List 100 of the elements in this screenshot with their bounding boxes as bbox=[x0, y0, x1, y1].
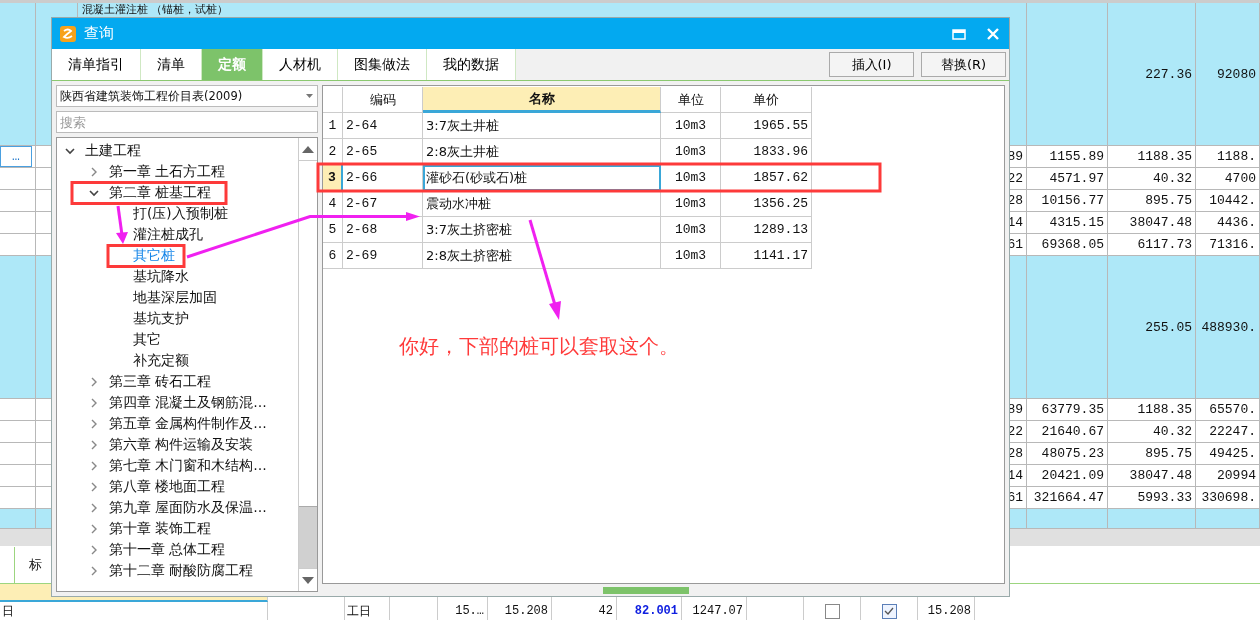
table-cell: 1833.96 bbox=[721, 139, 812, 165]
tree-item[interactable]: 打(压)入预制桩 bbox=[133, 204, 228, 223]
table-cell: 1141.17 bbox=[721, 243, 812, 269]
tree-item[interactable]: 第十二章 耐酸防腐工程 bbox=[109, 561, 254, 580]
tree-item[interactable]: 其它 bbox=[133, 330, 161, 349]
row-number[interactable]: 4 bbox=[323, 191, 343, 217]
chevron-right-icon[interactable] bbox=[89, 397, 99, 408]
table-cell: 4436. bbox=[1217, 215, 1256, 230]
vertical-scrollbar[interactable] bbox=[298, 138, 317, 591]
chevron-down-icon[interactable] bbox=[65, 145, 75, 156]
table-cell: 10m3 bbox=[661, 165, 721, 191]
app-logo-icon bbox=[60, 25, 76, 42]
table-cell: 42 bbox=[598, 604, 613, 618]
tree-item[interactable]: 第九章 屋面防水及保温… bbox=[109, 498, 267, 517]
table-cell: 10m3 bbox=[661, 113, 721, 139]
chevron-right-icon[interactable] bbox=[89, 502, 99, 513]
tree-item[interactable]: 基坑支护 bbox=[133, 309, 189, 328]
chevron-right-icon[interactable] bbox=[89, 376, 99, 387]
caret-icon[interactable] bbox=[306, 94, 313, 98]
library-dropdown[interactable]: 陕西省建筑装饰工程价目表(2009) bbox=[56, 85, 318, 107]
tree-item[interactable]: 第六章 构件运输及安装 bbox=[109, 435, 254, 454]
table-cell: 1188.35 bbox=[1137, 149, 1192, 164]
table-cell: 330698. bbox=[1201, 490, 1256, 505]
tree-item[interactable]: 第一章 土石方工程 bbox=[109, 162, 226, 181]
tree-item[interactable]: 其它桩 bbox=[133, 246, 175, 265]
table-cell: 895.75 bbox=[1145, 193, 1192, 208]
search-field[interactable]: 搜索 bbox=[56, 111, 318, 133]
chevron-right-icon[interactable] bbox=[89, 439, 99, 450]
tree-item[interactable]: 第十一章 总体工程 bbox=[109, 540, 226, 559]
chevron-right-icon[interactable] bbox=[89, 418, 99, 429]
checkbox[interactable] bbox=[881, 603, 897, 619]
table-cell: 1188. bbox=[1217, 149, 1256, 164]
tree-item[interactable]: 第八章 楼地面工程 bbox=[109, 477, 226, 496]
tree-item[interactable]: 第十章 装饰工程 bbox=[109, 519, 212, 538]
tree-item[interactable]: 第三章 砖石工程 bbox=[109, 372, 212, 391]
tree-item[interactable]: 补充定额 bbox=[133, 351, 189, 370]
table-cell: 4315.15 bbox=[1049, 215, 1104, 230]
table-cell: 灌砂石(砂或石)桩 bbox=[423, 165, 661, 191]
row-number[interactable]: 3 bbox=[323, 165, 343, 191]
header-corner bbox=[323, 87, 343, 113]
table-cell: 488930. bbox=[1201, 319, 1256, 335]
table-cell: 1289.13 bbox=[721, 217, 812, 243]
tab[interactable]: 人材机 bbox=[263, 49, 338, 80]
table-cell: 38047.48 bbox=[1129, 215, 1192, 230]
checkbox[interactable] bbox=[824, 603, 840, 619]
table-cell: 71316. bbox=[1209, 237, 1256, 252]
chevron-right-icon[interactable] bbox=[89, 481, 99, 492]
splitter-handle[interactable] bbox=[603, 587, 689, 594]
table-cell: 22247. bbox=[1209, 424, 1256, 439]
tab[interactable]: 图集做法 bbox=[338, 49, 427, 80]
tree-item[interactable]: 土建工程 bbox=[85, 141, 141, 160]
row-number[interactable]: 1 bbox=[323, 113, 343, 139]
chevron-right-icon[interactable] bbox=[89, 460, 99, 471]
table-cell: 15.208 bbox=[504, 604, 548, 618]
table-cell: 2:8灰土挤密桩 bbox=[423, 243, 661, 269]
table-cell: 5993.33 bbox=[1137, 490, 1192, 505]
more-button[interactable]: … bbox=[0, 146, 32, 167]
chevron-right-icon[interactable] bbox=[89, 166, 99, 177]
tree-item[interactable]: 第七章 木门窗和木结构… bbox=[109, 456, 267, 475]
tree-item[interactable]: 灌注桩成孔 bbox=[133, 225, 203, 244]
table-cell: 1965.55 bbox=[721, 113, 812, 139]
table-cell: 4700 bbox=[1224, 171, 1256, 186]
tree-item[interactable]: 地基深层加固 bbox=[133, 288, 217, 307]
close-icon[interactable] bbox=[985, 25, 1001, 42]
column-header: 单价 bbox=[721, 87, 812, 113]
tree-item[interactable]: 第二章 桩基工程 bbox=[109, 183, 212, 202]
chevron-right-icon[interactable] bbox=[89, 544, 99, 555]
table-cell: 69368.05 bbox=[1041, 237, 1104, 252]
chevron-right-icon[interactable] bbox=[89, 523, 99, 534]
tree-item[interactable]: 第五章 金属构件制作及… bbox=[109, 414, 267, 433]
table-cell: 40.32 bbox=[1153, 171, 1192, 186]
scroll-down-icon[interactable] bbox=[302, 576, 314, 584]
table-cell: 2-69 bbox=[343, 243, 423, 269]
row-number[interactable]: 6 bbox=[323, 243, 343, 269]
action-button[interactable]: 插入(I) bbox=[829, 52, 914, 77]
chevron-right-icon[interactable] bbox=[89, 565, 99, 576]
table-cell: 3:7灰土挤密桩 bbox=[423, 217, 661, 243]
table-cell: 2-66 bbox=[343, 165, 423, 191]
tree-item[interactable]: 第四章 混凝土及钢筋混… bbox=[109, 393, 267, 412]
chevron-down-icon[interactable] bbox=[89, 187, 99, 198]
arrow bbox=[116, 205, 128, 244]
row-number[interactable]: 2 bbox=[323, 139, 343, 165]
tab[interactable]: 清单指引 bbox=[52, 49, 141, 80]
tab[interactable]: 清单 bbox=[141, 49, 202, 80]
row-number[interactable]: 5 bbox=[323, 217, 343, 243]
table-cell: 63779.35 bbox=[1041, 402, 1104, 417]
table-cell: 227.36 bbox=[1145, 66, 1192, 82]
tab[interactable]: 我的数据 bbox=[427, 49, 516, 80]
table-cell: 10m3 bbox=[661, 139, 721, 165]
action-button[interactable]: 替换(R) bbox=[921, 52, 1006, 77]
tree-item[interactable]: 基坑降水 bbox=[133, 267, 189, 286]
table-cell: 工日 bbox=[347, 602, 371, 620]
table-cell: 15.208 bbox=[927, 604, 971, 618]
table-cell: 1857.62 bbox=[721, 165, 812, 191]
annotation-text: 你好，下部的桩可以套取这个。 bbox=[399, 333, 679, 360]
table-cell: 震动水冲桩 bbox=[423, 191, 661, 217]
table-cell: 1155.89 bbox=[1049, 149, 1104, 164]
table-cell: 38047.48 bbox=[1129, 468, 1192, 483]
group-title: 混凝土灌注桩 （锚桩，试桩） bbox=[82, 4, 229, 16]
table-cell: 40.32 bbox=[1153, 424, 1192, 439]
